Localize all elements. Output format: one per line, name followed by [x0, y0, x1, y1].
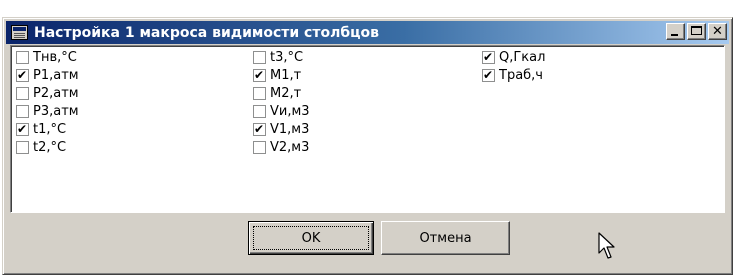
app-icon: [11, 25, 28, 40]
checkbox-checked[interactable]: [253, 67, 266, 83]
checkbox-label: V1,м3: [270, 121, 310, 137]
ok-button[interactable]: OK: [248, 221, 374, 255]
checkbox-item[interactable]: Тнв,°С: [16, 48, 79, 66]
checkbox-label: t3,°C: [270, 49, 304, 65]
checkbox-unchecked[interactable]: [16, 104, 29, 118]
checkbox-item[interactable]: P2,атм: [16, 84, 79, 102]
focus-rect: [253, 226, 369, 250]
checkbox-checked[interactable]: [253, 121, 266, 137]
checkbox-unchecked[interactable]: [253, 104, 266, 118]
checkbox-label: Тнв,°С: [33, 49, 77, 65]
cancel-button[interactable]: Отмена: [381, 221, 510, 255]
checkbox-unchecked[interactable]: [16, 140, 29, 154]
checkbox-item[interactable]: Vи,м3: [253, 102, 310, 120]
checkbox-column-2: t3,°C M1,т M2,т Vи,м3 V1,м3 V2,м3: [253, 48, 310, 156]
checkbox-label: M2,т: [270, 85, 302, 101]
checkbox-item[interactable]: t3,°C: [253, 48, 310, 66]
close-icon: ✕: [712, 24, 723, 39]
checkbox-label: V2,м3: [270, 139, 310, 155]
checkbox-label: Траб,ч: [499, 67, 543, 83]
minimize-icon: [671, 34, 678, 36]
checkbox-label: t2,°C: [33, 139, 67, 155]
checkbox-checked[interactable]: [16, 121, 29, 137]
maximize-icon: [691, 26, 702, 35]
checkbox-checked[interactable]: [482, 49, 495, 65]
checkbox-column-3: Q,Гкал Траб,ч: [482, 48, 545, 84]
mouse-pointer-icon: [598, 232, 615, 259]
checkbox-item[interactable]: M1,т: [253, 66, 310, 84]
checkbox-column-1: Тнв,°С P1,атм P2,атм P3,атм t1,°C t2,°C: [16, 48, 79, 156]
cancel-button-label: Отмена: [419, 230, 472, 246]
checkbox-unchecked[interactable]: [16, 86, 29, 100]
checkbox-label: P2,атм: [33, 85, 79, 101]
checkbox-item[interactable]: M2,т: [253, 84, 310, 102]
maximize-button[interactable]: [687, 23, 706, 40]
close-button[interactable]: ✕: [708, 23, 727, 40]
checkbox-label: P3,атм: [33, 103, 79, 119]
checkbox-label: t1,°C: [33, 121, 67, 137]
checkbox-checked[interactable]: [482, 67, 495, 83]
minimize-button[interactable]: [666, 23, 685, 40]
checkbox-item[interactable]: P1,атм: [16, 66, 79, 84]
checkbox-label: M1,т: [270, 67, 302, 83]
checkbox-unchecked[interactable]: [253, 50, 266, 64]
checkbox-item[interactable]: P3,атм: [16, 102, 79, 120]
checkbox-unchecked[interactable]: [16, 50, 29, 64]
checkbox-label: Q,Гкал: [499, 49, 546, 65]
window-title: Настройка 1 макроса видимости столбцов: [34, 24, 379, 41]
window-controls: ✕: [666, 23, 727, 40]
checkbox-item[interactable]: t1,°C: [16, 120, 79, 138]
checkbox-item[interactable]: Траб,ч: [482, 66, 545, 84]
checkbox-item[interactable]: t2,°C: [16, 138, 79, 156]
title-bar[interactable]: Настройка 1 макроса видимости столбцов ✕: [6, 21, 729, 44]
checkbox-item[interactable]: V2,м3: [253, 138, 310, 156]
checkbox-unchecked[interactable]: [253, 86, 266, 100]
checkbox-label: P1,атм: [33, 67, 79, 83]
checkbox-item[interactable]: Q,Гкал: [482, 48, 545, 66]
checkbox-item[interactable]: V1,м3: [253, 120, 310, 138]
checkbox-panel: Тнв,°С P1,атм P2,атм P3,атм t1,°C t2,°C t3,°C…: [10, 45, 725, 213]
checkbox-checked[interactable]: [16, 67, 29, 83]
checkbox-label: Vи,м3: [270, 103, 310, 119]
checkbox-unchecked[interactable]: [253, 140, 266, 154]
